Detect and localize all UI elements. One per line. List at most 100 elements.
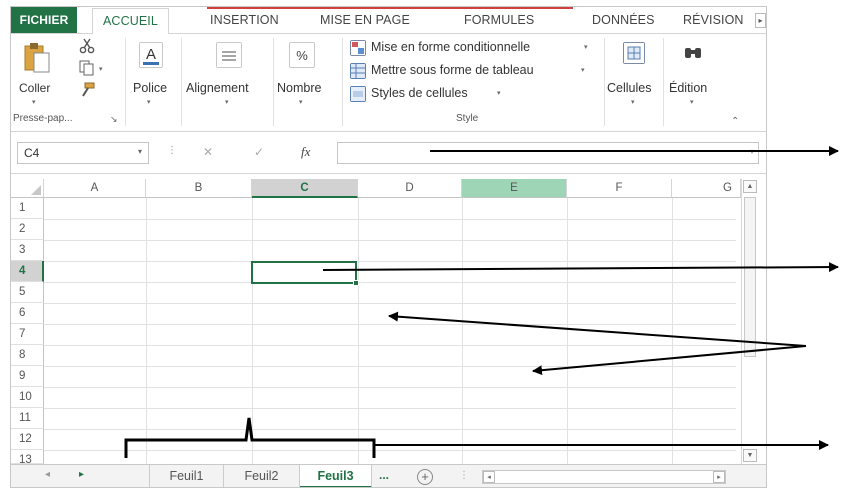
add-sheet-icon[interactable]: + [417,469,433,485]
column-header[interactable]: D [358,179,462,198]
row-header[interactable]: 3 [11,240,44,261]
column-header[interactable]: A [44,179,146,198]
clipboard-group-label: Presse-pap... [13,113,73,124]
format-as-table-icon [350,63,366,79]
scroll-down-icon[interactable]: ▼ [743,449,757,462]
cut-icon[interactable] [79,38,95,54]
tab-fichier[interactable]: FICHIER [11,7,77,33]
sheet-nav-next-icon[interactable]: ▸ [79,469,84,480]
tab-scroll-right-icon[interactable]: ▸ [755,13,766,28]
formula-bar: C4 ▾ ⋮ ✕ ✓ fx ▾ [11,132,766,174]
row-header[interactable]: 12 [11,429,44,450]
vertical-scroll-thumb[interactable] [744,197,756,357]
row-header[interactable]: 8 [11,345,44,366]
row-header-selected[interactable]: 4 [11,261,44,282]
tab-mise-en-page[interactable]: MISE EN PAGE [320,13,410,27]
grid-line [44,261,736,262]
cells-label: Cellules [607,81,652,95]
ribbon: Coller ▾ ▾ Presse-pap... ↘ A Police ▾ Al… [11,34,766,132]
align-icon [216,42,242,68]
sheet-tab-feuil1[interactable]: Feuil1 [149,465,224,487]
row-header[interactable]: 2 [11,219,44,240]
formula-bar-grip-icon: ⋮ [167,145,177,156]
row-header[interactable]: 6 [11,303,44,324]
binoculars-icon [685,48,701,58]
column-header[interactable]: F [567,179,672,198]
grid-line [44,450,736,451]
paste-icon [24,43,50,73]
column-header-highlighted[interactable]: E [462,179,567,198]
collapse-ribbon-icon[interactable]: ⌃ [731,116,739,127]
row-header[interactable]: 5 [11,282,44,303]
row-header[interactable]: 11 [11,408,44,429]
grid-line [44,219,736,220]
sheet-tab-bar: ◂ ▸ Feuil1 Feuil2 Feuil3 ... + ⋮ ◂ ▸ [11,464,766,487]
paste-label: Coller [19,81,51,95]
format-as-table-dropdown-icon: ▾ [581,67,585,74]
scroll-right-icon[interactable]: ▸ [713,471,725,483]
editing-label: Édition [669,81,708,95]
row-header[interactable]: 10 [11,387,44,408]
tab-insertion[interactable]: INSERTION [210,13,279,27]
corner-triangle-icon [31,185,41,195]
horizontal-scrollbar[interactable]: ◂ ▸ [482,470,726,484]
row-header[interactable]: 13 [11,450,44,466]
formula-expand-icon[interactable]: ▾ [750,147,754,156]
group-separator [181,38,182,126]
select-all-corner[interactable] [11,179,44,198]
cell-styles-dropdown-icon: ▾ [497,90,501,97]
grid-line [358,198,359,464]
sheet-nav-prev-icon[interactable]: ◂ [45,469,50,480]
grid-line [44,240,736,241]
conditional-formatting-label: Mise en forme conditionnelle [371,40,531,54]
column-header[interactable]: B [146,179,252,198]
row-header[interactable]: 7 [11,324,44,345]
vertical-scrollbar[interactable]: ▲ ▼ [741,179,758,464]
cancel-icon[interactable]: ✕ [203,145,213,159]
tab-donnees[interactable]: DONNÉES [592,13,655,27]
column-header-selected[interactable]: C [252,179,358,198]
grid-line [44,282,736,283]
scroll-up-icon[interactable]: ▲ [743,180,757,193]
copy-icon[interactable] [79,60,95,76]
sheet-tab-feuil2[interactable]: Feuil2 [224,465,300,487]
format-painter-icon[interactable] [79,82,95,98]
tab-accueil[interactable]: ACCUEIL [92,8,169,35]
cells-icon [623,42,645,64]
grid-line [44,408,736,409]
name-box-dropdown-icon[interactable]: ▾ [138,147,142,156]
cells-dropdown-icon: ▾ [631,99,635,106]
grid-line [567,198,568,464]
cell-styles-label: Styles de cellules [371,86,468,100]
cell-styles-icon [350,86,366,102]
tab-formules[interactable]: FORMULES [464,13,534,27]
sheet-tab-feuil3[interactable]: Feuil3 [300,465,372,487]
row-header[interactable]: 9 [11,366,44,387]
fill-handle[interactable] [353,280,359,286]
row-header[interactable]: 1 [11,198,44,219]
ribbon-tab-bar: FICHIER ACCUEIL INSERTION MISE EN PAGE F… [11,7,766,35]
group-separator [342,38,343,126]
alignment-label: Alignement [186,81,249,95]
svg-text:A: A [146,46,156,63]
tab-revision[interactable]: RÉVISION [683,13,744,27]
clipboard-launcher-icon[interactable]: ↘ [110,114,118,125]
active-cell-c4[interactable] [251,261,359,286]
formula-input[interactable]: ▾ [337,142,759,164]
insert-function-icon[interactable]: fx [301,144,310,160]
grid-line [44,366,736,367]
column-header[interactable]: G [672,179,741,198]
number-label: Nombre [277,81,322,95]
sheet-splitter-icon[interactable]: ⋮ [459,470,469,481]
group-separator [125,38,126,126]
name-box[interactable]: C4 ▾ [17,142,149,164]
scroll-left-icon[interactable]: ◂ [483,471,495,483]
copy-dropdown-icon[interactable]: ▾ [99,65,103,73]
grid-line [44,324,736,325]
editing-dropdown-icon: ▾ [690,99,694,106]
group-separator [604,38,605,126]
enter-icon[interactable]: ✓ [254,145,264,159]
more-sheets-button[interactable]: ... [379,468,389,482]
style-group-label: Style [456,113,479,124]
font-dropdown-icon: ▾ [147,99,151,106]
